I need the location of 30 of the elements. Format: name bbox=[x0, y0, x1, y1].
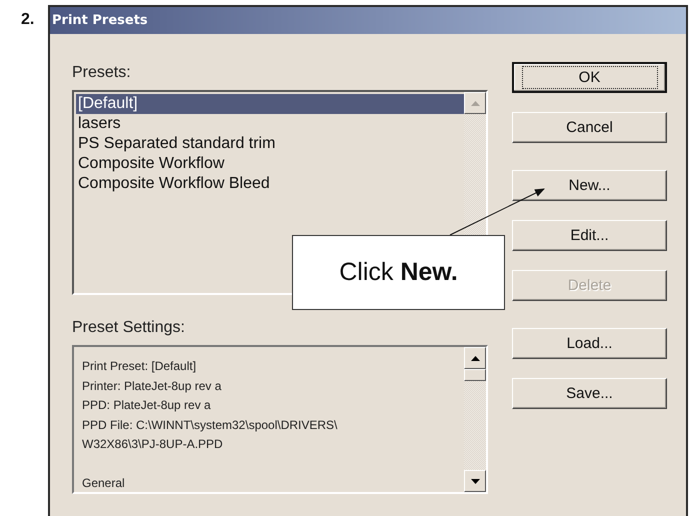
preset-item[interactable]: lasers bbox=[76, 114, 121, 134]
settings-line: Print Preset: [Default] bbox=[82, 358, 196, 375]
preset-item[interactable]: PS Separated standard trim bbox=[76, 134, 276, 154]
preset-item[interactable]: Composite Workflow Bleed bbox=[76, 174, 270, 194]
dialog-button[interactable]: Cancel bbox=[512, 112, 667, 143]
window-title: Print Presets bbox=[52, 13, 148, 28]
down-arrow-icon bbox=[470, 478, 480, 484]
scroll-thumb[interactable] bbox=[464, 369, 486, 381]
scroll-down-button[interactable] bbox=[464, 470, 486, 492]
settings-line: PPD File: C:\WINNT\system32\spool\DRIVERS\ bbox=[82, 416, 338, 434]
up-arrow-icon bbox=[470, 100, 480, 106]
settings-label: Preset Settings: bbox=[72, 319, 185, 338]
dialog-button[interactable]: OK bbox=[512, 62, 667, 93]
preset-item[interactable]: [Default] bbox=[76, 94, 464, 114]
settings-line: PPD: PlateJet-8up rev a bbox=[82, 397, 211, 414]
preset-item[interactable]: Composite Workflow bbox=[76, 154, 224, 174]
callout-text: Click New. bbox=[339, 258, 458, 287]
scrollbar[interactable] bbox=[464, 347, 486, 492]
dialog-button[interactable]: New... bbox=[512, 170, 667, 201]
up-arrow-icon bbox=[470, 356, 480, 360]
dialog-button[interactable]: Save... bbox=[512, 378, 667, 409]
scroll-up-button[interactable] bbox=[464, 92, 486, 114]
settings-line: General bbox=[82, 475, 125, 492]
step-number: 2. bbox=[21, 11, 34, 29]
dialog-button[interactable]: Load... bbox=[512, 328, 667, 359]
settings-line: W32X86\3\PJ-8UP-A.PPD bbox=[82, 436, 223, 453]
settings-line: Printer: PlateJet-8up rev a bbox=[82, 378, 222, 394]
scroll-up-button[interactable] bbox=[464, 347, 486, 369]
dialog-button[interactable]: Edit... bbox=[512, 220, 667, 251]
presets-label: Presets: bbox=[72, 64, 131, 83]
